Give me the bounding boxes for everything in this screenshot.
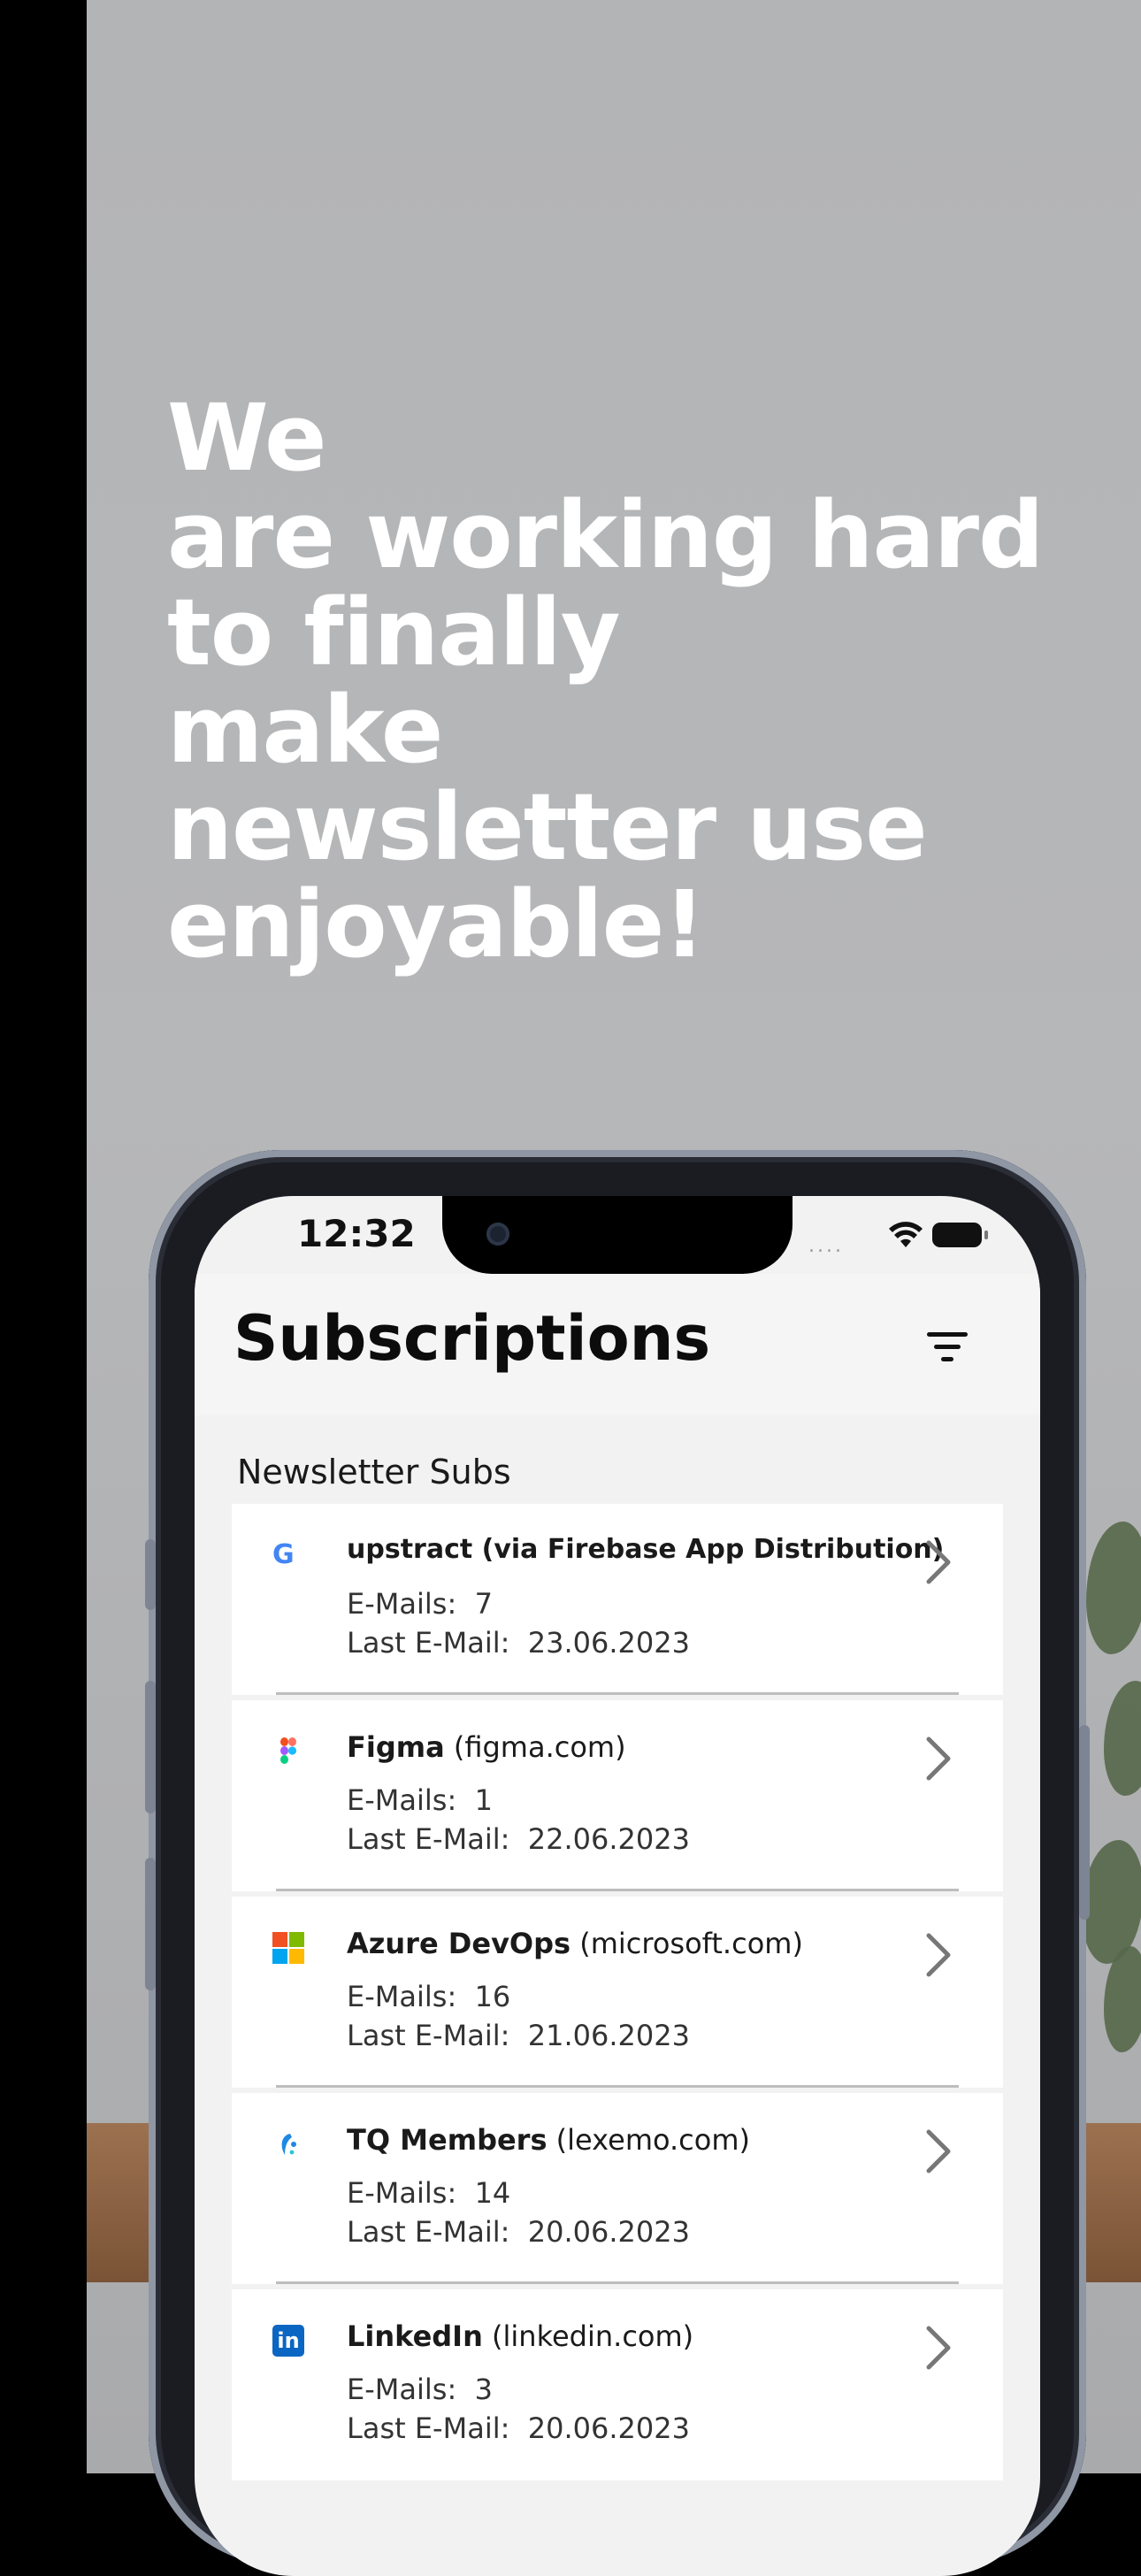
status-indicators: .... [808, 1215, 988, 1257]
phone-side-button [1079, 1725, 1090, 1920]
section-title: Newsletter Subs [237, 1453, 511, 1491]
last-email-value: 21.06.2023 [527, 2019, 690, 2052]
subscription-title: TQ Members (lexemo.com) [347, 2123, 750, 2157]
subscription-title: Azure DevOps (microsoft.com) [347, 1927, 803, 1960]
promo-headline: We are working hard to finally make news… [167, 384, 1044, 978]
subscription-row[interactable]: Figma (figma.com) E-Mails: 1 Last E-Mail… [232, 1700, 1003, 1897]
filter-icon[interactable] [922, 1318, 975, 1371]
emails-value: 16 [474, 1980, 511, 2013]
last-email-label: Last E-Mail: [347, 1822, 510, 1856]
lexemo-logo-icon [281, 2134, 296, 2155]
subscription-title: upstract (via Firebase App Distribution) [347, 1534, 944, 1565]
phone-side-button [145, 1858, 156, 1990]
last-email-label: Last E-Mail: [347, 1626, 510, 1660]
subscription-row[interactable]: Azure DevOps (microsoft.com) E-Mails: 16… [232, 1897, 1003, 2093]
emails-count: E-Mails: 1 [347, 1783, 493, 1817]
emails-label: E-Mails: [347, 1980, 457, 2013]
last-email-label: Last E-Mail: [347, 2019, 510, 2052]
linkedin-logo-icon: in [272, 2325, 304, 2357]
emails-value: 14 [474, 2176, 511, 2210]
phone-side-button [145, 1539, 156, 1610]
subscription-row[interactable]: in LinkedIn (linkedin.com) E-Mails: 3 La… [232, 2289, 1003, 2486]
last-email: Last E-Mail: 22.06.2023 [347, 1822, 690, 1856]
chevron-right-icon [926, 1736, 951, 1781]
phone-mockup: 12:32 .... Subscriptions Newsletter Subs… [145, 1150, 1090, 2576]
subscription-name: Figma [347, 1730, 445, 1764]
last-email: Last E-Mail: 20.06.2023 [347, 2215, 690, 2249]
last-email: Last E-Mail: 23.06.2023 [347, 1626, 690, 1660]
plant-decoration [1104, 1681, 1141, 1796]
subscription-name: LinkedIn [347, 2319, 483, 2353]
front-camera-icon [486, 1223, 509, 1246]
emails-label: E-Mails: [347, 1587, 457, 1621]
battery-icon [932, 1223, 988, 1247]
last-email-value: 20.06.2023 [527, 2215, 690, 2249]
subscription-title: Figma (figma.com) [347, 1730, 626, 1764]
plant-decoration [1086, 1522, 1141, 1654]
row-divider [276, 1692, 959, 1695]
subscription-list: G upstract (via Firebase App Distributio… [232, 1504, 1003, 2486]
last-email-label: Last E-Mail: [347, 2411, 510, 2445]
row-divider [276, 2085, 959, 2088]
subscription-domain: (figma.com) [453, 1730, 626, 1764]
google-logo-icon: G [272, 1539, 295, 1570]
phone-side-button [145, 1681, 156, 1813]
last-email-label: Last E-Mail: [347, 2215, 510, 2249]
emails-count: E-Mails: 14 [347, 2176, 510, 2210]
signal-dots-icon: .... [808, 1235, 844, 1257]
subscription-domain: (lexemo.com) [555, 2123, 750, 2157]
page-title: Subscriptions [234, 1302, 711, 1375]
row-divider [276, 2281, 959, 2284]
chevron-right-icon [926, 2326, 951, 2370]
microsoft-logo-icon [272, 1932, 304, 1964]
chevron-right-icon [926, 1540, 951, 1584]
last-email-value: 22.06.2023 [527, 1822, 690, 1856]
row-divider [276, 1889, 959, 1891]
subscription-title: LinkedIn (linkedin.com) [347, 2319, 693, 2353]
subscription-domain: (microsoft.com) [579, 1927, 803, 1960]
subscription-name: Azure DevOps [347, 1927, 571, 1960]
status-time: 12:32 [297, 1212, 416, 1255]
notch [442, 1196, 793, 1274]
last-email-value: 20.06.2023 [527, 2411, 690, 2445]
last-email: Last E-Mail: 21.06.2023 [347, 2019, 690, 2052]
emails-count: E-Mails: 3 [347, 2373, 493, 2406]
subscription-row[interactable]: TQ Members (lexemo.com) E-Mails: 14 Last… [232, 2093, 1003, 2289]
subscription-name: TQ Members [347, 2123, 548, 2157]
emails-value: 1 [474, 1783, 493, 1817]
subscription-domain: (linkedin.com) [492, 2319, 694, 2353]
emails-label: E-Mails: [347, 2176, 457, 2210]
emails-value: 7 [474, 1587, 493, 1621]
emails-label: E-Mails: [347, 2373, 457, 2406]
left-black-bar [0, 0, 87, 2473]
emails-count: E-Mails: 16 [347, 1980, 510, 2013]
emails-label: E-Mails: [347, 1783, 457, 1817]
chevron-right-icon [926, 2129, 951, 2174]
chevron-right-icon [926, 1933, 951, 1977]
emails-count: E-Mails: 7 [347, 1587, 493, 1621]
subscription-row[interactable]: G upstract (via Firebase App Distributio… [232, 1504, 1003, 1700]
plant-decoration [1082, 1840, 1141, 1964]
last-email: Last E-Mail: 20.06.2023 [347, 2411, 690, 2445]
subscription-name: upstract (via Firebase App Distribution) [347, 1534, 945, 1565]
last-email-value: 23.06.2023 [527, 1626, 690, 1660]
emails-value: 3 [474, 2373, 493, 2406]
figma-logo-icon [280, 1737, 297, 1764]
phone-screen: 12:32 .... Subscriptions Newsletter Subs… [195, 1196, 1040, 2576]
wifi-icon [888, 1219, 923, 1259]
